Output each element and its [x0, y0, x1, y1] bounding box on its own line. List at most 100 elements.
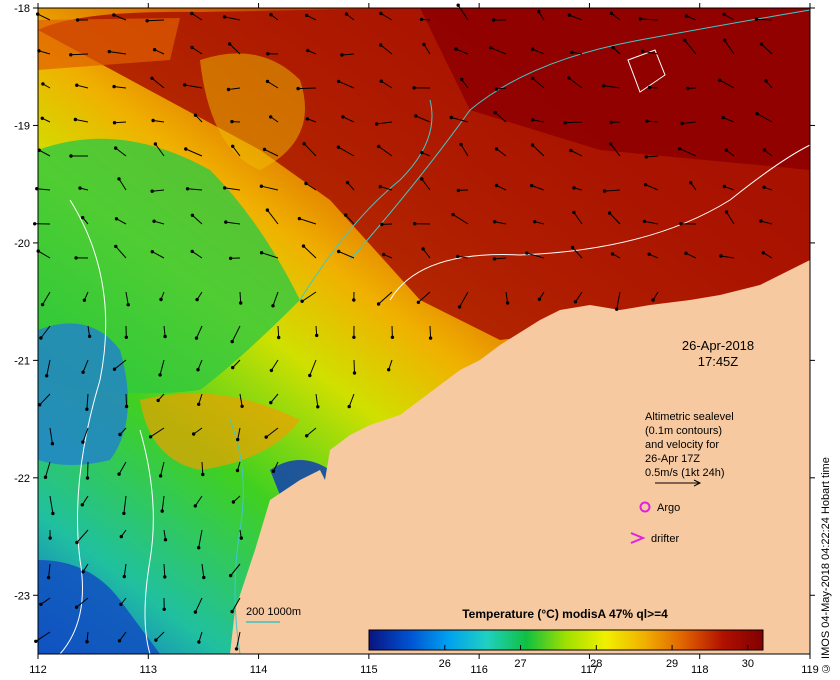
velocity-arrow: [429, 325, 432, 339]
velocity-arrow-head: [190, 11, 194, 16]
velocity-arrow-head: [240, 404, 244, 408]
velocity-arrow-head: [456, 254, 460, 259]
velocity-arrow-head: [341, 115, 345, 119]
velocity-arrow-head: [223, 186, 227, 190]
velocity-note-line: 26-Apr 17Z: [645, 453, 700, 465]
velocity-note-line: 0.5m/s (1kt 24h): [645, 467, 724, 479]
velocity-arrow-head: [145, 19, 149, 23]
velocity-arrow-head: [229, 573, 233, 578]
velocity-arrow-head: [119, 534, 124, 539]
velocity-arrow-head: [412, 86, 416, 90]
velocity-arrow-head: [387, 368, 391, 372]
velocity-arrow-head: [302, 142, 306, 146]
velocity-arrow-head: [449, 115, 453, 120]
velocity-arrow-head: [344, 12, 349, 16]
velocity-arrow-head: [615, 307, 619, 311]
velocity-arrow-head: [48, 536, 52, 540]
velocity-arrow-head: [193, 610, 198, 614]
velocity-arrow-head: [679, 222, 683, 226]
velocity-arrow-head: [567, 13, 572, 17]
velocity-arrow-head: [530, 47, 535, 51]
velocity-arrow-head: [269, 115, 273, 119]
velocity-arrow-head: [352, 335, 356, 339]
velocity-arrow-head: [570, 50, 574, 54]
velocity-arrow-head: [222, 15, 227, 19]
velocity-arrow-head: [537, 297, 542, 301]
velocity-arrow-head: [336, 79, 341, 84]
velocity-arrow-head: [305, 13, 309, 18]
colorbar-tick-label: 30: [742, 658, 754, 670]
velocity-arrow-head: [376, 302, 381, 306]
velocity-arrow-head: [85, 407, 89, 411]
credit-text: © IMOS 04-May-2018 04:22:24 Hobart time: [820, 457, 832, 674]
x-tick-label: 118: [691, 664, 709, 676]
velocity-arrow-head: [677, 147, 682, 151]
velocity-arrow-head: [190, 45, 194, 50]
velocity-arrow-head: [567, 76, 571, 80]
velocity-arrow: [125, 393, 128, 407]
colorbar-tick-label: 28: [590, 658, 602, 670]
velocity-arrow-head: [563, 121, 567, 125]
velocity-arrow-head: [642, 219, 647, 224]
velocity-arrow-head: [194, 336, 199, 340]
y-tick-label: -22: [14, 473, 30, 485]
timestamp-date: 26-Apr-2018: [682, 338, 754, 353]
velocity-arrow-head: [159, 297, 163, 302]
velocity-arrow-head: [271, 304, 275, 308]
velocity-arrow-head: [428, 336, 433, 340]
velocity-arrow-head: [107, 49, 112, 54]
x-tick-label: 113: [140, 664, 158, 676]
velocity-arrow-head: [74, 256, 78, 260]
velocity-arrow-head: [162, 607, 166, 611]
velocity-arrow-head: [611, 45, 615, 50]
velocity-arrow-head: [230, 609, 234, 614]
velocity-arrow-head: [80, 503, 85, 507]
velocity-arrow-head: [680, 121, 684, 126]
velocity-arrow-head: [602, 84, 606, 88]
velocity-arrow-head: [38, 403, 42, 407]
velocity-arrow-head: [569, 148, 573, 153]
velocity-arrow-head: [69, 53, 73, 57]
velocity-arrow-head: [150, 76, 154, 81]
velocity-arrow-head: [197, 546, 201, 550]
velocity-arrow: [277, 325, 280, 338]
velocity-arrow-head: [259, 184, 264, 188]
velocity-arrow-head: [227, 42, 232, 46]
velocity-arrow-head: [573, 300, 578, 304]
velocity-arrow: [756, 18, 773, 21]
velocity-arrow-head: [154, 638, 158, 642]
velocity-arrow-head: [340, 53, 344, 57]
velocity-arrow-head: [413, 222, 417, 226]
velocity-arrow-head: [308, 373, 312, 378]
velocity-arrow-head: [75, 83, 79, 87]
velocity-arrow-head: [421, 247, 425, 251]
velocity-arrow-head: [81, 440, 85, 444]
velocity-arrow-head: [82, 298, 87, 302]
velocity-arrow-head: [759, 219, 763, 223]
velocity-arrow-head: [609, 142, 613, 146]
colorbar: [368, 629, 764, 651]
velocity-arrow-head: [645, 119, 649, 123]
velocity-arrow-head: [390, 335, 395, 339]
velocity-arrow-head: [296, 86, 300, 91]
x-tick-label: 116: [470, 664, 488, 676]
velocity-arrow-head: [193, 504, 198, 508]
velocity-arrow-head: [190, 213, 195, 218]
velocity-arrow-head: [158, 373, 162, 377]
velocity-arrow-head: [718, 78, 722, 82]
velocity-arrow-head: [39, 602, 43, 606]
velocity-arrow-head: [85, 640, 89, 644]
velocity-arrow-head: [78, 186, 82, 190]
velocity-arrow-head: [315, 333, 319, 338]
argo-label: Argo: [657, 502, 680, 514]
velocity-arrow-head: [530, 76, 535, 81]
velocity-arrow-head: [762, 185, 766, 190]
velocity-arrow-head: [117, 177, 121, 181]
velocity-arrow-head: [530, 143, 535, 147]
velocity-arrow-head: [609, 120, 613, 125]
velocity-arrow-head: [231, 144, 235, 149]
velocity-arrow-head: [300, 299, 304, 303]
velocity-arrow-head: [683, 38, 687, 42]
velocity-arrow-head: [651, 298, 655, 302]
y-tick-label: -18: [14, 3, 30, 15]
